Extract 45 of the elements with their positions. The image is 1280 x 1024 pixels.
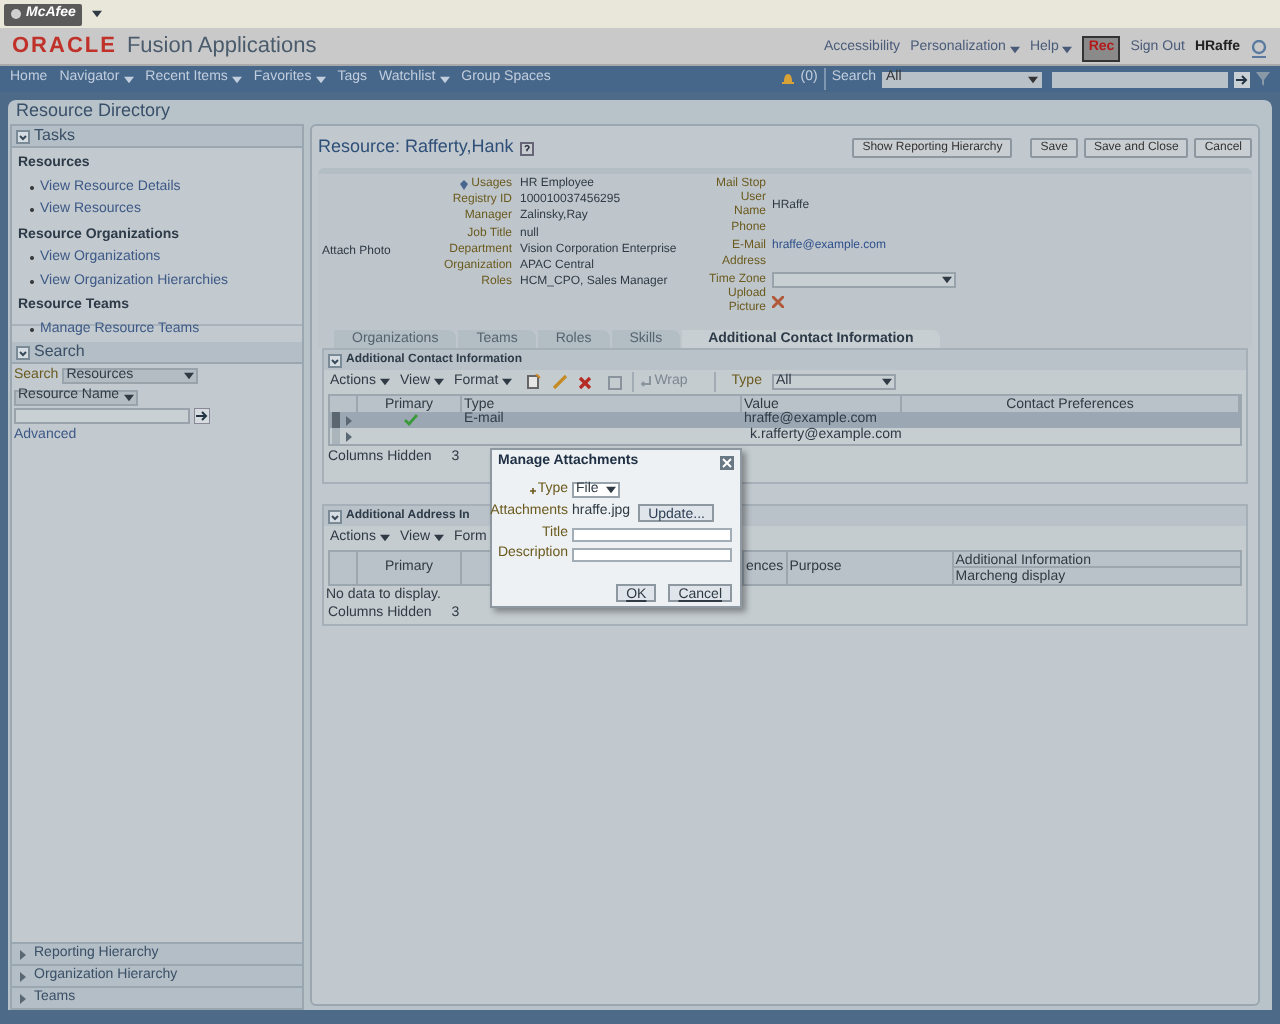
- collapse-icon: [16, 129, 30, 143]
- wrap-icon: [640, 376, 653, 388]
- product-name: Fusion Applications: [126, 31, 317, 62]
- caret-icon: [379, 378, 390, 386]
- collapse-icon: [16, 345, 30, 359]
- user-icon: [1250, 40, 1268, 58]
- search-field[interactable]: [1052, 71, 1228, 87]
- resource-title: Resource: Rafferty,Hank: [318, 134, 514, 161]
- caret-icon: [91, 10, 102, 18]
- caret-icon: [434, 534, 445, 542]
- collapse-icon: [328, 353, 342, 367]
- go-arrow-icon: [194, 407, 210, 423]
- upload-icon: [772, 296, 784, 309]
- time-zone-select[interactable]: [772, 272, 956, 289]
- expand-icon: [18, 993, 28, 1003]
- close-button[interactable]: [720, 455, 734, 469]
- caret-icon: [184, 372, 195, 381]
- panel-header[interactable]: Tasks: [12, 126, 302, 148]
- collapse-icon: [328, 509, 342, 523]
- caret-icon: [379, 534, 390, 542]
- caret-icon: [881, 378, 892, 386]
- delete-icon: [578, 375, 593, 389]
- freeze-icon: [608, 375, 623, 389]
- caret-icon: [942, 276, 952, 285]
- description-field[interactable]: [572, 547, 732, 561]
- help-icon: [519, 141, 534, 155]
- caret-icon: [502, 378, 513, 386]
- title-field[interactable]: [572, 527, 732, 541]
- oracle-logo: ORACLE: [12, 31, 117, 62]
- bell-icon: [782, 72, 795, 86]
- panel-header[interactable]: Search: [12, 342, 302, 364]
- expand-icon: [18, 949, 28, 959]
- caret-icon: [1028, 75, 1038, 83]
- filter-icon: [1256, 72, 1270, 86]
- caret-icon: [124, 393, 134, 401]
- search-field[interactable]: [14, 407, 190, 423]
- go-arrow-icon: [1234, 71, 1250, 87]
- caret-icon: [434, 378, 445, 386]
- pencil-icon: [552, 374, 569, 390]
- required-icon: [529, 487, 536, 493]
- close-icon: [722, 457, 732, 467]
- page-title: Resource Directory: [14, 100, 173, 124]
- new-row-icon: [526, 374, 543, 390]
- shield-icon: [10, 8, 22, 20]
- expand-icon: [18, 971, 28, 981]
